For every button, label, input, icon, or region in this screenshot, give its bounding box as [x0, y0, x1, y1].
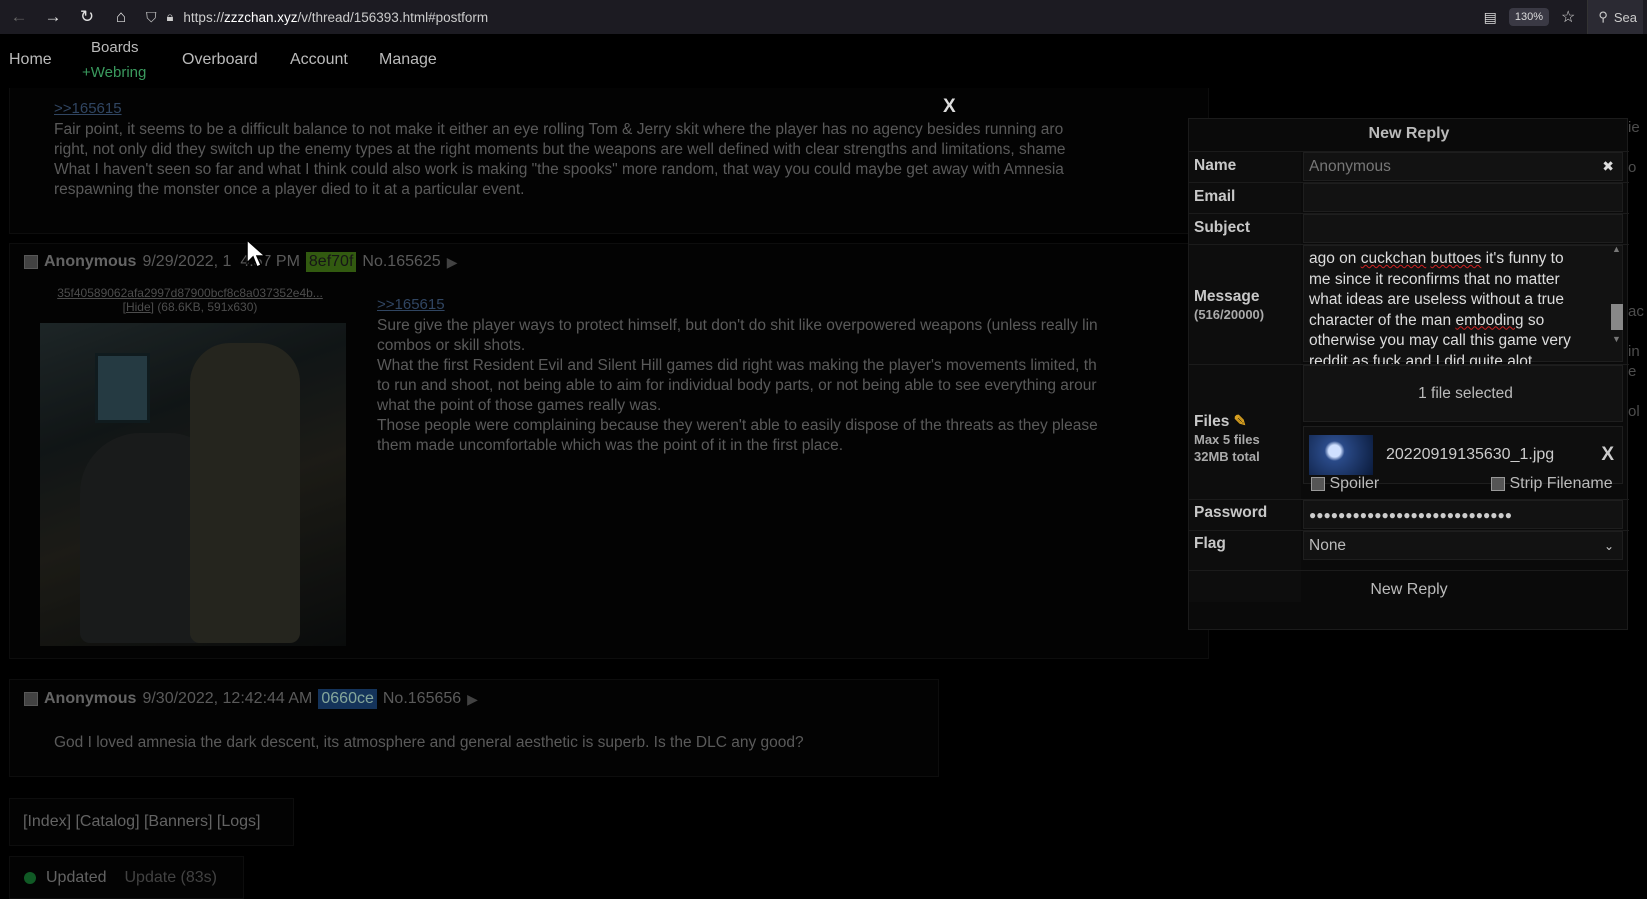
reader-view-icon[interactable]: ▤ [1484, 9, 1497, 26]
mouse-cursor-icon [246, 238, 267, 274]
scroll-down-icon[interactable]: ▼ [1612, 334, 1621, 344]
pencil-icon[interactable]: ✎ [1234, 413, 1247, 430]
reply-form: New Reply Name Anonymous ✖ Email Subject… [1188, 118, 1629, 630]
name-field[interactable]: Anonymous ✖ [1303, 152, 1623, 181]
flag-label: Flag [1194, 535, 1226, 552]
files-label: Files ✎ [1194, 413, 1247, 430]
scroll-up-icon[interactable]: ▲ [1612, 244, 1621, 254]
file-name: 20220919135630_1.jpg [1386, 446, 1555, 463]
address-bar[interactable]: ⛉ 🔒︎ https://zzzchan.xyz/v/thread/156393… [146, 9, 488, 26]
bookmark-star-icon[interactable]: ☆ [1561, 7, 1575, 27]
message-count: (516/20000) [1194, 307, 1265, 322]
home-icon[interactable]: ⌂ [104, 0, 138, 34]
nav-home[interactable]: Home [9, 51, 52, 69]
subject-label: Subject [1194, 219, 1250, 236]
form-title: New Reply [1368, 125, 1450, 142]
email-label: Email [1194, 188, 1236, 205]
clear-name-icon[interactable]: ✖ [1602, 158, 1614, 175]
close-overlay-button[interactable]: X [943, 96, 956, 118]
browser-toolbar: ← → ↻ ⌂ ⛉ 🔒︎ https://zzzchan.xyz/v/threa… [0, 0, 1647, 34]
name-label: Name [1194, 157, 1237, 174]
chevron-down-icon: ⌄ [1603, 538, 1614, 553]
message-scrollbar[interactable]: ▲ ▼ [1609, 244, 1623, 362]
files-size: 32MB total [1194, 449, 1260, 464]
nav-webring[interactable]: +Webring [82, 64, 146, 81]
back-icon[interactable]: ← [2, 0, 36, 34]
url-text[interactable]: https://zzzchan.xyz/v/thread/156393.html… [183, 10, 488, 25]
strip-filename-option[interactable]: Strip Filename [1491, 475, 1613, 493]
shield-icon[interactable]: ⛉ [146, 9, 157, 26]
nav-boards[interactable]: Boards [91, 39, 139, 56]
scroll-thumb[interactable] [1611, 304, 1623, 330]
nav-overboard[interactable]: Overboard [182, 51, 258, 69]
file-dropzone[interactable]: 1 file selected [1303, 365, 1623, 422]
message-text[interactable]: ago on cuckchan buttoes it's funny to me… [1309, 249, 1604, 372]
nav-manage[interactable]: Manage [379, 51, 437, 69]
site-nav: Home Boards +Webring Overboard Account M… [0, 34, 1647, 88]
lock-icon[interactable]: 🔒︎ [167, 9, 174, 25]
nav-account[interactable]: Account [290, 51, 348, 69]
submit-reply-button[interactable]: New Reply [1189, 570, 1629, 608]
files-limit: Max 5 files [1194, 432, 1260, 447]
strip-filename-checkbox[interactable] [1491, 476, 1505, 491]
search-icon: ⚲ [1598, 9, 1608, 24]
email-field[interactable] [1303, 183, 1623, 212]
spoiler-option[interactable]: Spoiler [1311, 475, 1379, 493]
subject-field[interactable] [1303, 214, 1623, 243]
file-thumbnail [1309, 435, 1373, 475]
password-label: Password [1194, 504, 1268, 521]
reload-icon[interactable]: ↻ [70, 0, 104, 34]
zoom-level[interactable]: 130% [1508, 8, 1549, 26]
password-field[interactable]: ●●●●●●●●●●●●●●●●●●●●●●●●●●●● [1303, 500, 1623, 529]
search-box[interactable]: ⚲ Sea [1587, 0, 1643, 34]
message-label: Message [1194, 288, 1260, 305]
forward-icon[interactable]: → [36, 0, 70, 34]
flag-select[interactable]: None ⌄ [1303, 531, 1623, 560]
remove-file-button[interactable]: X [1601, 444, 1614, 466]
spoiler-checkbox[interactable] [1311, 476, 1325, 491]
